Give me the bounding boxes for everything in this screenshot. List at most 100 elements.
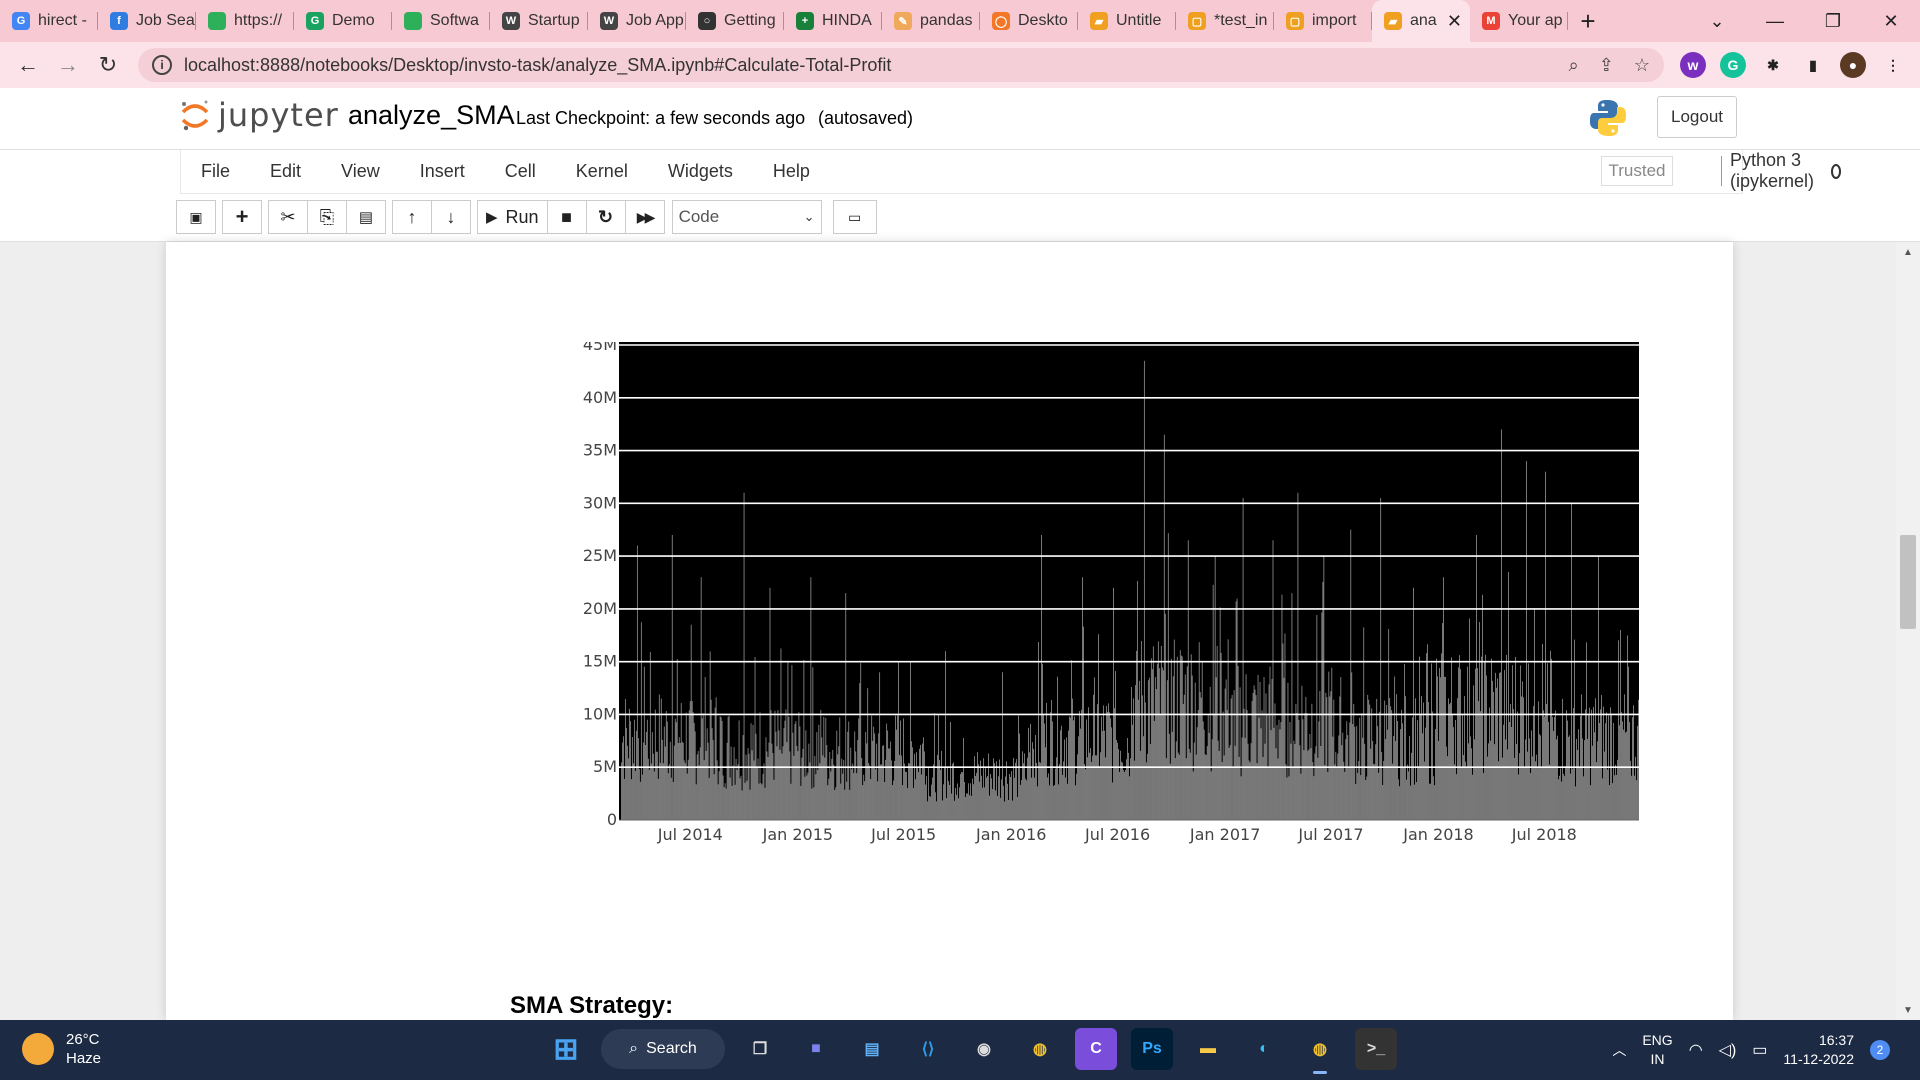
move-down-button[interactable]: ↓	[431, 200, 471, 234]
taskbar-canva-icon[interactable]: C	[1075, 1028, 1117, 1070]
volume-bar	[1483, 773, 1484, 820]
notebook-title[interactable]: analyze_SMA	[348, 100, 515, 131]
menu-help[interactable]: Help	[753, 161, 830, 182]
language-indicator[interactable]: ENG IN	[1642, 1031, 1672, 1069]
page-scrollbar[interactable]: ▲ ▼	[1896, 242, 1920, 1020]
menu-kernel[interactable]: Kernel	[556, 161, 648, 182]
browser-tab[interactable]: G Demo	[294, 0, 392, 42]
browser-tab[interactable]: f Job Sea	[98, 0, 196, 42]
volume-bar	[1477, 667, 1478, 820]
clock[interactable]: 16:37 11-12-2022	[1783, 1031, 1854, 1069]
taskbar-meet-icon[interactable]: ■	[795, 1028, 837, 1070]
restart-run-all-button[interactable]: ▶▶	[624, 200, 665, 234]
volume-bar	[1303, 750, 1305, 820]
volume-bar	[1595, 698, 1596, 820]
back-button[interactable]: ←	[8, 45, 48, 85]
browser-tab[interactable]: ▢ *test_in	[1176, 0, 1274, 42]
extension-icon[interactable]: ▮	[1800, 52, 1826, 78]
menu-widgets[interactable]: Widgets	[648, 161, 753, 182]
browser-tab[interactable]: M Your ap	[1470, 0, 1568, 42]
menu-cell[interactable]: Cell	[485, 161, 556, 182]
close-tab-icon[interactable]: ✕	[1447, 11, 1462, 32]
browser-tab[interactable]: ○ Getting	[686, 0, 784, 42]
volume-bar	[1250, 743, 1252, 820]
close-window-button[interactable]: ✕	[1862, 0, 1920, 42]
new-tab-button[interactable]: +	[1568, 0, 1608, 42]
forward-button[interactable]: →	[48, 45, 88, 85]
menu-edit[interactable]: Edit	[250, 161, 321, 182]
extension-icon[interactable]: ✱	[1760, 52, 1786, 78]
copy-button[interactable]: ⎘	[307, 200, 347, 234]
taskbar-start-icon[interactable]: ⊞	[545, 1028, 587, 1070]
share-icon[interactable]: ⇪	[1599, 55, 1614, 76]
restore-button[interactable]: ❐	[1804, 0, 1862, 42]
move-up-button[interactable]: ↑	[392, 200, 432, 234]
browser-tab[interactable]: Ghirect -	[0, 0, 98, 42]
extension-icon[interactable]: w	[1680, 52, 1706, 78]
weather-widget[interactable]: 26°C Haze	[22, 1030, 101, 1068]
browser-tab[interactable]: W Startup	[490, 0, 588, 42]
jupyter-logo[interactable]: jupyter	[180, 96, 339, 134]
browser-tab[interactable]: W Job App	[588, 0, 686, 42]
extension-icon[interactable]: G	[1720, 52, 1746, 78]
taskbar-notepad-icon[interactable]: ▤	[851, 1028, 893, 1070]
zoom-icon[interactable]: ⌕	[1569, 55, 1579, 76]
notification-badge[interactable]: 2	[1870, 1040, 1890, 1060]
reload-button[interactable]: ↻	[88, 45, 128, 85]
interrupt-button[interactable]: ■	[546, 200, 587, 234]
battery-icon[interactable]: ▭	[1752, 1040, 1767, 1060]
tab-favicon-icon: G	[306, 12, 324, 30]
menu-insert[interactable]: Insert	[400, 161, 485, 182]
insert-cell-button[interactable]: +	[222, 200, 262, 234]
logout-button[interactable]: Logout	[1657, 96, 1737, 138]
browser-tab[interactable]: ◯ Deskto	[980, 0, 1078, 42]
taskbar-chrome-icon[interactable]: ◍	[1019, 1028, 1061, 1070]
bookmark-star-icon[interactable]: ☆	[1634, 55, 1650, 76]
wifi-icon[interactable]: ◠	[1689, 1040, 1703, 1060]
kernel-indicator[interactable]: Python 3 (ipykernel)	[1721, 150, 1842, 191]
menu-file[interactable]: File	[181, 161, 250, 182]
scrollbar-thumb[interactable]	[1900, 535, 1916, 629]
url-omnibox[interactable]: i localhost:8888/notebooks/Desktop/invst…	[138, 48, 1664, 82]
volume-bar	[1433, 776, 1434, 820]
volume-bar	[1292, 767, 1294, 820]
menu-view[interactable]: View	[321, 161, 400, 182]
browser-tab[interactable]: ✎ pandas	[882, 0, 980, 42]
save-button[interactable]: ▣	[176, 200, 216, 234]
tab-search-button[interactable]: ⌄	[1688, 0, 1746, 42]
taskbar-file-explorer-icon[interactable]: ▬	[1187, 1028, 1229, 1070]
browser-tab[interactable]: ▰ Untitle	[1078, 0, 1176, 42]
url-text[interactable]: localhost:8888/notebooks/Desktop/invsto-…	[184, 55, 891, 76]
volume-bar	[1574, 639, 1575, 820]
taskbar-vscode-icon[interactable]: ⟨⟩	[907, 1028, 949, 1070]
browser-tab[interactable]: ▢ import	[1274, 0, 1372, 42]
taskbar-edge-icon[interactable]: ◐	[1243, 1028, 1285, 1070]
volume-bar	[933, 764, 934, 820]
scroll-down-icon[interactable]: ▼	[1896, 1000, 1920, 1020]
taskbar-photoshop-icon[interactable]: Ps	[1131, 1028, 1173, 1070]
chevron-up-icon[interactable]: ︿	[1612, 1040, 1626, 1060]
taskbar-search[interactable]: ⌕ Search	[601, 1029, 725, 1069]
browser-tab[interactable]: ▰ ana ✕	[1372, 0, 1470, 42]
taskbar-terminal-icon[interactable]: >_	[1355, 1028, 1397, 1070]
trusted-indicator[interactable]: Trusted	[1601, 156, 1673, 186]
taskbar-obs-icon[interactable]: ◉	[963, 1028, 1005, 1070]
extension-icon[interactable]: ⋮	[1880, 52, 1906, 78]
cut-button[interactable]: ✂	[268, 200, 308, 234]
run-button[interactable]: ▶ Run	[477, 200, 548, 234]
scroll-up-icon[interactable]: ▲	[1896, 242, 1920, 262]
browser-tab[interactable]: https://	[196, 0, 294, 42]
cell-type-select[interactable]: Code ⌄	[671, 200, 822, 234]
minimize-button[interactable]: —	[1746, 0, 1804, 42]
browser-tab[interactable]: Softwa	[392, 0, 490, 42]
volume-icon[interactable]: ◁)	[1719, 1040, 1737, 1060]
command-palette-button[interactable]: ▭	[832, 200, 877, 234]
paste-button[interactable]: ▤	[346, 200, 386, 234]
volume-bar	[1332, 736, 1334, 820]
restart-button[interactable]: ↻	[585, 200, 626, 234]
browser-tab[interactable]: + HINDA	[784, 0, 882, 42]
taskbar-task-view-icon[interactable]: ❐	[739, 1028, 781, 1070]
site-info-icon[interactable]: i	[152, 55, 172, 75]
extension-icon[interactable]: ●	[1840, 52, 1866, 78]
taskbar-chrome-active-icon[interactable]: ◍	[1299, 1028, 1341, 1074]
